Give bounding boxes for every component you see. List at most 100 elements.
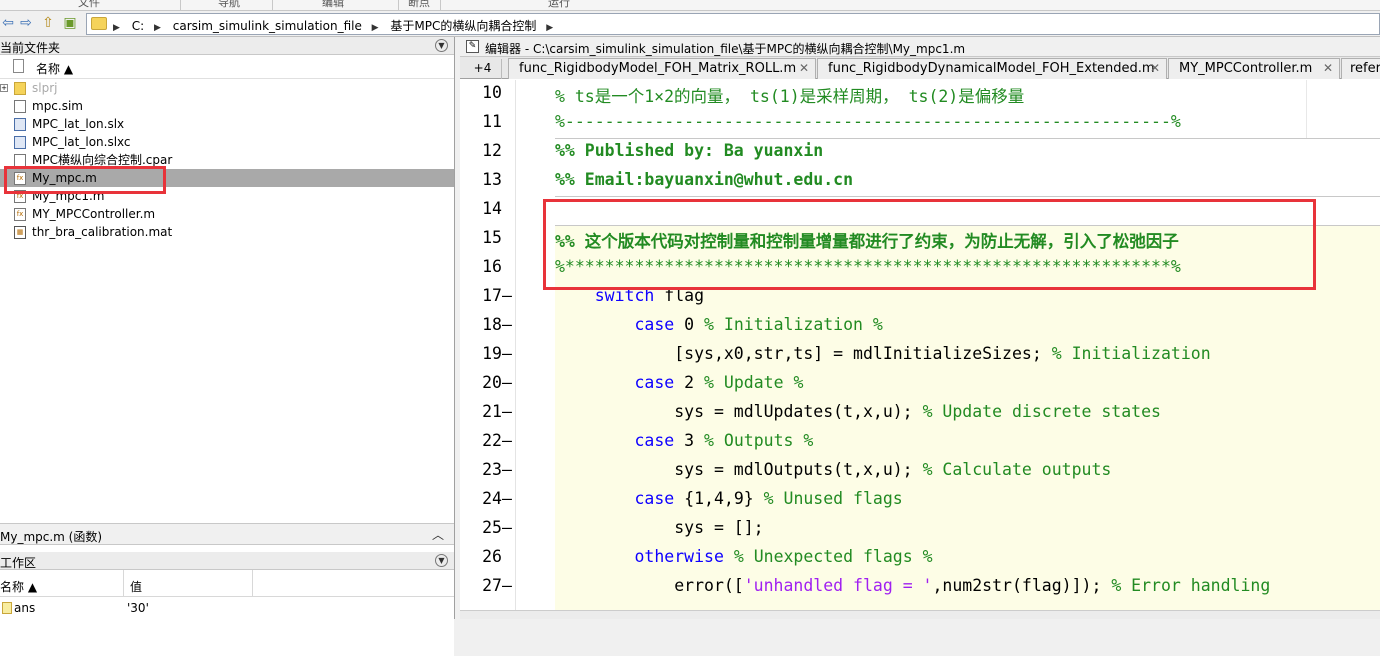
annotation-highlight-box (4, 166, 166, 194)
line-number[interactable]: 13 (474, 170, 502, 189)
line-number[interactable]: 17 (474, 286, 502, 305)
close-icon[interactable]: ✕ (1323, 59, 1333, 78)
close-icon[interactable]: ✕ (1150, 59, 1160, 78)
workspace-header: 工作区 ▼ (0, 552, 454, 570)
panel-menu-icon[interactable]: ▼ (435, 39, 448, 52)
code-line: otherwise % Unexpected flags % (634, 547, 933, 566)
chevron-up-icon[interactable]: ︿ (432, 526, 444, 543)
code-line: [sys,x0,str,ts] = mdlInitializeSizes; % … (555, 344, 1211, 363)
breakpoint-marker[interactable]: — (502, 344, 512, 363)
variable-icon (2, 602, 12, 614)
chevron-right-icon[interactable]: ▶ (546, 23, 553, 33)
line-number[interactable]: 24 (474, 489, 502, 508)
line-number[interactable]: 18 (474, 315, 502, 334)
horizontal-scrollbar[interactable] (460, 610, 1380, 619)
tab-func-rigidbody-roll[interactable]: func_RigidbodyModel_FOH_Matrix_ROLL.m ✕ (508, 58, 816, 79)
current-folder-title: 当前文件夹 (0, 41, 61, 55)
ribbon-navigate[interactable]: 导航 (218, 0, 240, 10)
path-input[interactable]: ▶ C: ▶ carsim_simulink_simulation_file ▶… (86, 13, 1380, 35)
breakpoint-marker[interactable]: — (502, 286, 512, 305)
code-line: % ts是一个1×2的向量， ts(1)是采样周期， ts(2)是偏移量 (555, 87, 1025, 106)
list-item[interactable]: MPC_lat_lon.slx (0, 115, 454, 133)
workspace-name-column[interactable]: 名称 ▲ (0, 578, 37, 595)
code-line: error(['unhandled flag = ',num2str(flag)… (555, 576, 1271, 595)
editor-title: 编辑器 - C:\carsim_simulink_simulation_file… (485, 42, 966, 56)
browse-folder-icon[interactable]: ▣ (62, 15, 78, 31)
tab-my-mpccontroller[interactable]: MY_MPCController.m ✕ (1168, 58, 1340, 79)
name-column-header[interactable]: 名称 ▲ (0, 55, 454, 79)
workspace-value-column[interactable]: 值 (130, 578, 142, 595)
line-number[interactable]: 25 (474, 518, 502, 537)
expand-icon[interactable]: + (0, 84, 8, 92)
ribbon-edit[interactable]: 编辑 (322, 0, 344, 10)
breakpoint-marker[interactable]: — (502, 373, 512, 392)
line-number[interactable]: 27 (474, 576, 502, 595)
annotation-highlight-box (543, 199, 1316, 290)
workspace-columns: 名称 ▲ 值 (0, 570, 454, 597)
up-folder-icon[interactable]: ⇧ (40, 15, 56, 31)
code-area[interactable]: 10 % ts是一个1×2的向量， ts(1)是采样周期， ts(2)是偏移量 … (460, 80, 1380, 619)
tab-refer[interactable]: refer (1341, 58, 1380, 79)
tab-func-rigidbody-extended[interactable]: func_RigidbodyDynamicalModel_FOH_Extende… (817, 58, 1167, 79)
editor-tabbar: +4 func_RigidbodyModel_FOH_Matrix_ROLL.m… (460, 57, 1380, 79)
breakpoint-marker[interactable]: — (502, 489, 512, 508)
code-line: case 3 % Outputs % (634, 431, 814, 450)
ribbon-breakpoints[interactable]: 断点 (408, 0, 430, 10)
line-number[interactable]: 16 (474, 257, 502, 276)
list-item[interactable]: fx MY_MPCController.m (0, 205, 454, 223)
function-file-icon: fx (14, 208, 26, 221)
breakpoint-marker[interactable]: — (502, 402, 512, 421)
line-number[interactable]: 21 (474, 402, 502, 421)
chevron-right-icon[interactable]: ▶ (154, 23, 161, 33)
line-number[interactable]: 10 (474, 83, 502, 102)
ribbon-run[interactable]: 运行 (548, 0, 570, 10)
line-number[interactable]: 11 (474, 112, 502, 131)
list-item[interactable]: ▦ thr_bra_calibration.mat (0, 223, 454, 241)
code-line: %---------------------------------------… (555, 112, 1181, 131)
ribbon-file[interactable]: 文件 (78, 0, 100, 10)
file-list: + slprj mpc.sim MPC_lat_lon.slx MPC_lat_… (0, 79, 454, 241)
ribbon-strip: 文件 导航 编辑 断点 运行 (0, 0, 1380, 11)
details-bar[interactable]: My_mpc.m (函数) ︿ (0, 523, 454, 545)
line-number[interactable]: 26 (474, 547, 502, 566)
breakpoint-marker[interactable]: — (502, 460, 512, 479)
code-line: sys = mdlUpdates(t,x,u); % Update discre… (555, 402, 1161, 421)
folder-icon (91, 17, 107, 30)
panel-menu-icon[interactable]: ▼ (435, 554, 448, 567)
line-number[interactable]: 15 (474, 228, 502, 247)
line-number[interactable]: 19 (474, 344, 502, 363)
breakpoint-marker[interactable]: — (502, 518, 512, 537)
workspace-title: 工作区 (0, 556, 37, 570)
chevron-right-icon[interactable]: ▶ (113, 23, 120, 33)
table-row[interactable]: ans '30' (0, 599, 454, 617)
code-line: %% Published by: Ba yuanxin (555, 141, 824, 160)
list-item[interactable]: mpc.sim (0, 97, 454, 115)
breakpoint-marker[interactable]: — (502, 315, 512, 334)
close-icon[interactable]: ✕ (799, 59, 809, 78)
line-number[interactable]: 12 (474, 141, 502, 160)
line-number[interactable]: 20 (474, 373, 502, 392)
crumb-subfolder[interactable]: 基于MPC的横纵向耦合控制 (390, 19, 536, 33)
back-arrow-icon[interactable]: ⇦ (0, 15, 16, 31)
list-item[interactable]: + slprj (0, 79, 454, 97)
line-number[interactable]: 23 (474, 460, 502, 479)
mat-file-icon: ▦ (14, 226, 26, 239)
breakpoint-marker[interactable]: — (502, 576, 512, 595)
file-icon (14, 100, 26, 113)
forward-arrow-icon[interactable]: ⇨ (18, 15, 34, 31)
line-number[interactable]: 22 (474, 431, 502, 450)
current-folder-header: 当前文件夹 ▼ (0, 37, 454, 55)
editor-panel: ✎ 编辑器 - C:\carsim_simulink_simulation_fi… (460, 37, 1380, 619)
crumb-drive[interactable]: C: (132, 19, 144, 33)
code-line: sys = mdlOutputs(t,x,u); % Calculate out… (555, 460, 1112, 479)
tab-overflow-button[interactable]: +4 (464, 59, 502, 79)
simulink-cache-icon (14, 136, 26, 149)
list-item[interactable]: MPC_lat_lon.slxc (0, 133, 454, 151)
chevron-right-icon[interactable]: ▶ (372, 23, 379, 33)
code-line: case {1,4,9} % Unused flags (634, 489, 903, 508)
line-number[interactable]: 14 (474, 199, 502, 218)
crumb-project[interactable]: carsim_simulink_simulation_file (173, 19, 362, 33)
breakpoint-marker[interactable]: — (502, 431, 512, 450)
code-line: case 2 % Update % (634, 373, 804, 392)
pencil-icon: ✎ (466, 40, 479, 53)
